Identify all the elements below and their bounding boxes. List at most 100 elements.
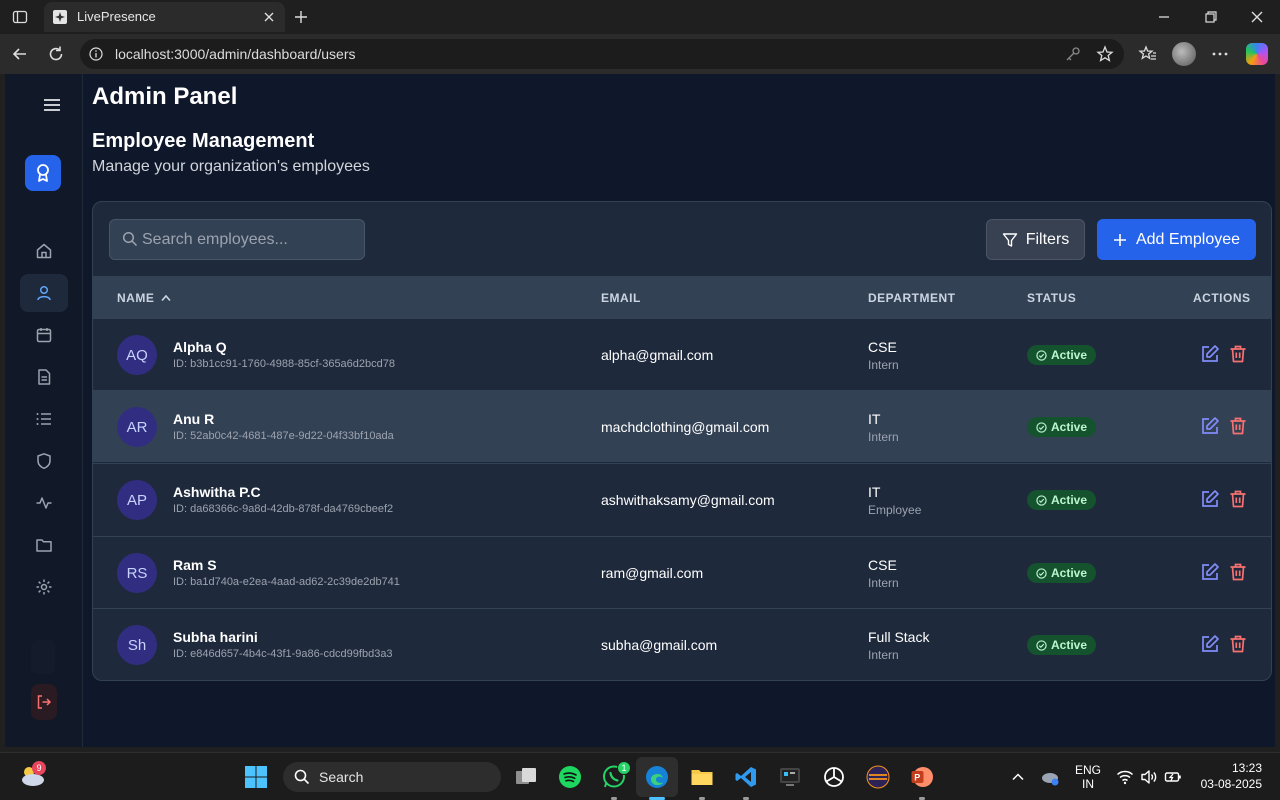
back-icon[interactable] [10,44,30,64]
status-label: Active [1050,566,1088,580]
sidebar-item-home[interactable] [20,232,68,270]
edit-icon [1202,490,1219,507]
employee-role: Intern [868,430,899,444]
column-header-actions: ACTIONS [1193,291,1251,305]
column-header-email: EMAIL [601,291,641,305]
check-circle-icon [1036,349,1047,361]
svg-text:P: P [914,773,920,783]
add-employee-button[interactable]: Add Employee [1097,219,1256,260]
battery-charging-icon[interactable] [1164,768,1182,786]
restore-icon[interactable] [1203,9,1219,25]
key-icon[interactable] [1064,45,1082,63]
search-box [109,219,365,260]
edit-button[interactable] [1200,562,1220,582]
address-bar[interactable]: localhost:3000/admin/dashboard/users [80,39,1124,69]
gear-icon [36,579,52,595]
new-tab-icon[interactable] [293,9,309,25]
tab-close-icon[interactable] [262,10,276,24]
task-view-icon[interactable] [514,765,538,789]
sidebar-item-folders[interactable] [20,526,68,564]
logout-button[interactable] [31,684,57,720]
employee-department: CSE [868,339,897,355]
menu-icon[interactable] [43,97,61,113]
sidebar-item-security[interactable] [20,442,68,480]
clock[interactable]: 13:23 03-08-2025 [1188,761,1262,791]
user-icon [37,285,51,301]
windows-start-icon[interactable] [244,765,268,789]
chatgpt-icon[interactable] [822,765,846,789]
employee-email: machdclothing@gmail.com [601,419,770,435]
spotify-icon[interactable] [558,765,582,789]
sidebar-item-documents[interactable] [20,358,68,396]
employee-role: Employee [868,503,922,517]
delete-button[interactable] [1228,489,1248,509]
favorites-icon[interactable] [1138,44,1158,64]
refresh-icon[interactable] [46,44,66,64]
site-info-icon[interactable] [89,47,103,61]
favorite-star-icon[interactable] [1096,45,1114,63]
file-explorer-icon[interactable] [690,765,714,789]
delete-button[interactable] [1228,416,1248,436]
profile-avatar[interactable] [1172,42,1196,66]
eclipse-icon[interactable] [866,765,890,789]
check-circle-icon [1036,421,1047,433]
status-label: Active [1050,348,1088,362]
wifi-icon[interactable] [1116,768,1134,786]
search-input[interactable] [142,220,362,259]
vscode-icon[interactable] [734,765,758,789]
employee-department: IT [868,484,881,500]
powerpoint-icon[interactable]: P [910,765,934,789]
taskbar-search[interactable]: Search [283,762,501,792]
browser-toolbar: localhost:3000/admin/dashboard/users [0,34,1280,74]
app-viewport: Admin Panel Employee Management Manage y… [5,74,1275,747]
copilot-icon[interactable] [1246,43,1268,65]
avatar: AP [117,480,157,520]
employee-id: ID: 52ab0c42-4681-487e-9d22-04f33bf10ada [173,430,394,442]
employee-email: ashwithaksamy@gmail.com [601,492,775,508]
home-icon [36,243,52,259]
browser-tab[interactable]: LivePresence [44,2,285,32]
employee-role: Intern [868,576,899,590]
language-indicator[interactable]: ENG IN [1072,763,1104,791]
minimize-icon[interactable] [1156,9,1172,25]
status-badge: Active [1027,563,1096,583]
delete-button[interactable] [1228,344,1248,364]
edit-button[interactable] [1200,634,1220,654]
folder-icon [36,539,52,552]
sidebar-toggle-icon[interactable] [12,9,28,25]
employee-email: alpha@gmail.com [601,347,714,363]
column-header-name[interactable]: NAME [117,291,171,305]
sidebar-item-list[interactable] [20,400,68,438]
sidebar-item-settings[interactable] [20,568,68,606]
volume-icon[interactable] [1140,768,1158,786]
more-options-icon[interactable] [1210,44,1230,64]
table-row[interactable]: AP Ashwitha P.C ID: da68366c-9a8d-42db-8… [93,463,1271,535]
delete-button[interactable] [1228,634,1248,654]
employee-name: Ram S [173,557,217,573]
onedrive-icon[interactable] [1040,767,1060,787]
chevron-up-icon[interactable] [1010,769,1026,785]
edit-button[interactable] [1200,344,1220,364]
edit-button[interactable] [1200,489,1220,509]
table-row[interactable]: AR Anu R ID: 52ab0c42-4681-487e-9d22-04f… [93,390,1271,462]
taskbar-search-label: Search [319,769,364,785]
table-row[interactable]: RS Ram S ID: ba1d740a-e2ea-4aad-ad62-2c3… [93,536,1271,608]
sidebar-item-users[interactable] [20,274,68,312]
sidebar-item-activity[interactable] [20,484,68,522]
remote-desktop-icon[interactable] [778,765,802,789]
delete-button[interactable] [1228,562,1248,582]
table-row[interactable]: AQ Alpha Q ID: b3b1cc91-1760-4988-85cf-3… [93,318,1271,390]
edge-icon[interactable] [645,765,669,789]
edit-button[interactable] [1200,416,1220,436]
filters-button[interactable]: Filters [986,219,1085,260]
column-header-name-label: NAME [117,291,155,305]
avatar: RS [117,553,157,593]
table-row[interactable]: Sh Subha harini ID: e846d657-4b4c-43f1-9… [93,608,1271,680]
sort-ascending-icon [161,294,171,302]
tab-title: LivePresence [77,9,156,24]
employee-name: Anu R [173,411,215,427]
sidebar-item-calendar[interactable] [20,316,68,354]
close-window-icon[interactable] [1249,9,1265,25]
language-line2: IN [1082,777,1094,791]
search-icon [294,769,310,785]
